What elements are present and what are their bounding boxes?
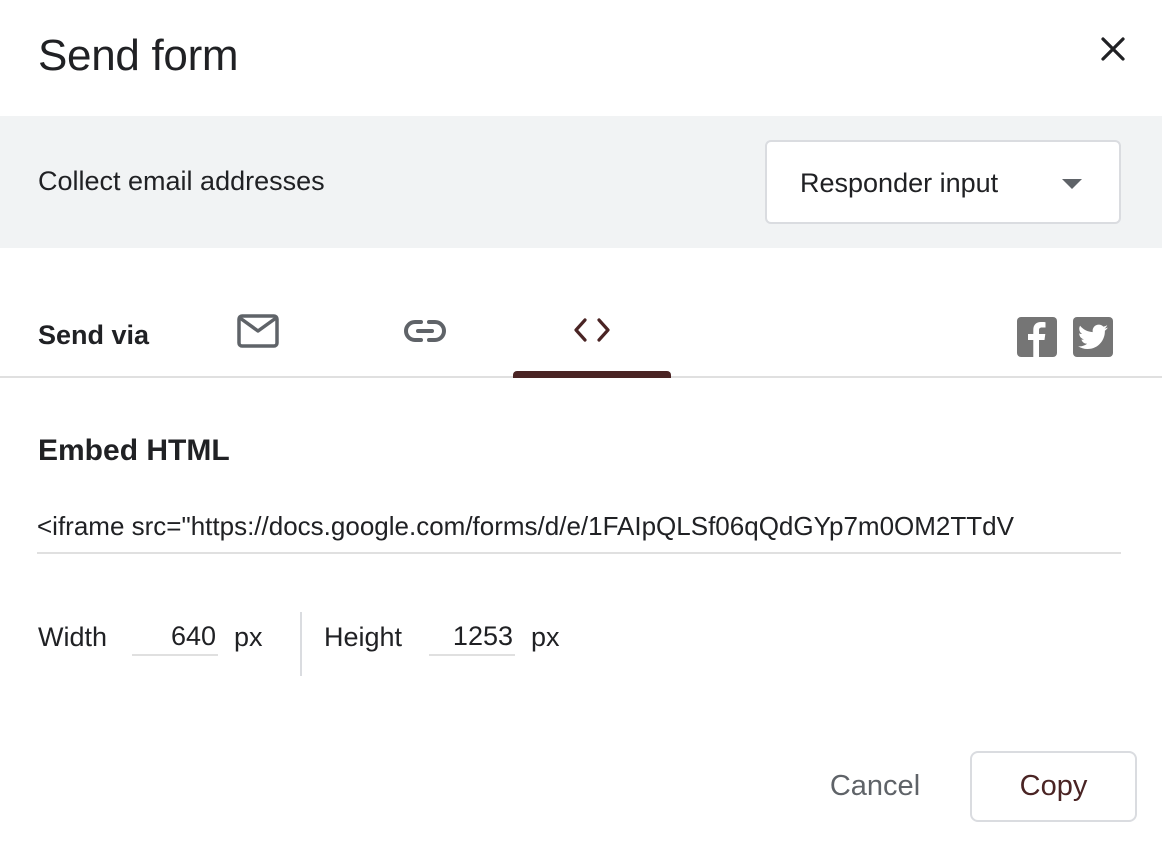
close-icon [1101, 37, 1125, 61]
width-unit: px [234, 622, 263, 652]
collect-email-row: Collect email addresses Responder input [0, 116, 1162, 248]
embed-html-heading: Embed HTML [38, 434, 230, 467]
share-facebook-button[interactable] [1017, 317, 1057, 357]
link-icon [404, 320, 446, 342]
dimensions-row: Width 640 px Height 1253 px [0, 610, 1162, 680]
height-label: Height [324, 622, 403, 652]
dialog-header: Send form [0, 0, 1162, 116]
dimensions-divider [300, 612, 302, 676]
width-label: Width [38, 622, 108, 652]
embed-code-field[interactable]: <iframe src="https://docs.google.com/for… [37, 506, 1121, 554]
cancel-button[interactable]: Cancel [812, 752, 938, 820]
dropdown-selected-value: Responder input [800, 168, 999, 198]
close-button[interactable] [1090, 26, 1136, 72]
tab-embed[interactable] [513, 300, 671, 378]
arrow-drop-down-icon [1062, 179, 1082, 189]
tab-email[interactable] [179, 300, 337, 376]
tab-link[interactable] [346, 300, 504, 376]
send-via-bar: Send via [0, 248, 1162, 378]
collect-email-dropdown[interactable]: Responder input [765, 140, 1121, 224]
facebook-icon [1028, 322, 1046, 357]
collect-email-label: Collect email addresses [38, 166, 325, 196]
email-icon [237, 314, 279, 348]
copy-button[interactable]: Copy [970, 751, 1137, 822]
height-input[interactable]: 1253 [429, 616, 515, 656]
share-twitter-button[interactable] [1073, 317, 1113, 357]
dialog-title: Send form [38, 31, 239, 80]
code-icon [574, 318, 610, 342]
active-tab-indicator [513, 371, 671, 378]
width-input[interactable]: 640 [132, 616, 218, 656]
height-unit: px [531, 622, 560, 652]
send-via-label: Send via [38, 320, 150, 350]
twitter-icon [1078, 324, 1108, 349]
